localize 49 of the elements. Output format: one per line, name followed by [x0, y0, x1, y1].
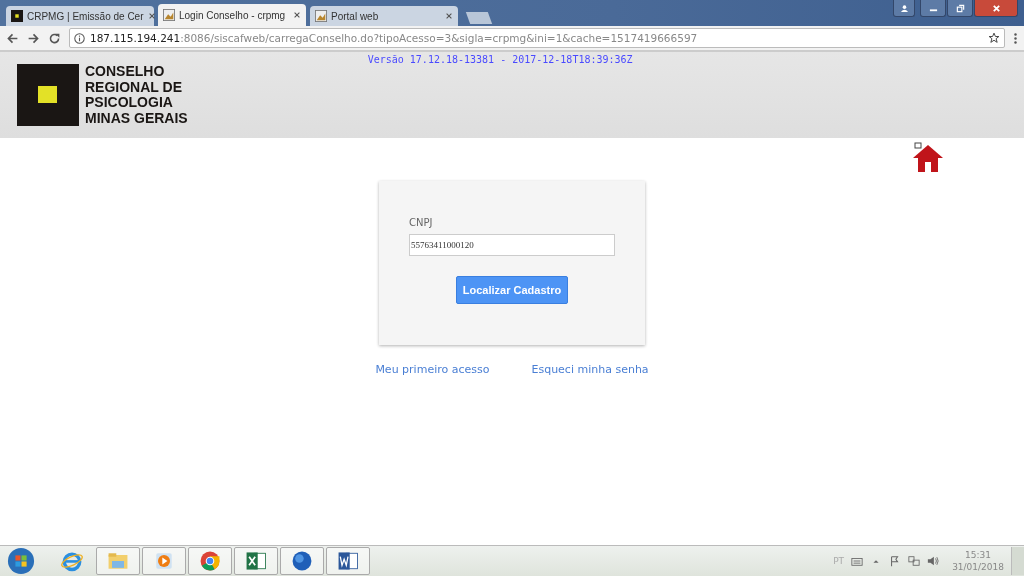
close-button[interactable]	[974, 0, 1018, 17]
cnpj-input-field[interactable]: 55763411000120	[409, 234, 615, 256]
field-label: CNPJ	[409, 217, 434, 228]
info-icon[interactable]	[74, 32, 85, 44]
link[interactable]: Meu primeiro acesso	[375, 363, 490, 376]
close-icon[interactable]	[147, 12, 156, 20]
logo-icon	[17, 64, 79, 126]
logo-text: PSICOLOGIA	[85, 95, 174, 111]
close-icon[interactable]	[293, 11, 301, 19]
play-icon[interactable]	[142, 547, 186, 575]
version-text: Versão 17.12.18-13381 - 2017-12-18T18:39:36Z	[367, 54, 633, 65]
address-bar[interactable]: 187.115.194.241:8086/siscafweb/carregaConselho.do?tipoAcesso=3&sigla=crpmg&ini=1&cache=1517419666597	[69, 28, 1005, 48]
network-icon[interactable]	[908, 555, 921, 567]
link[interactable]: Esqueci minha senha	[531, 363, 649, 376]
clock-time: 15:31	[965, 549, 992, 561]
profile-button[interactable]	[893, 0, 915, 17]
browser-tab[interactable]: Login Conselho - crpmg	[158, 4, 306, 26]
new-tab-button[interactable]	[465, 12, 493, 24]
close-icon	[991, 3, 1001, 13]
browser-tab[interactable]: CRPMG | Emissão de Cer	[6, 6, 154, 26]
globe-icon[interactable]	[280, 547, 324, 575]
bookmark-star-icon[interactable]	[988, 32, 1000, 44]
tab-title: Login Conselho - crpmg	[179, 9, 287, 21]
restore-icon	[955, 3, 965, 13]
speaker-icon[interactable]	[927, 555, 940, 567]
image-icon	[163, 9, 175, 21]
logo-text: REGIONAL DE	[85, 79, 183, 95]
back-icon[interactable]	[6, 31, 19, 45]
spreadsheet-icon[interactable]	[234, 547, 278, 575]
tab-title: Portal web	[331, 10, 380, 22]
minimize-button[interactable]	[920, 0, 946, 17]
restore-button[interactable]	[947, 0, 973, 17]
browser-tab[interactable]: Portal web	[310, 6, 458, 26]
tab-title: CRPMG | Emissão de Cer	[27, 10, 144, 22]
document-icon[interactable]	[326, 547, 370, 575]
flag-icon[interactable]	[889, 555, 902, 567]
url-text: 187.115.194.241:8086/siscafweb/carregaConselho.do?tipoAcesso=3&sigla=crpmg&ini=1&cache=1517419666597	[90, 32, 699, 44]
image-icon	[315, 10, 327, 22]
menu-icon[interactable]	[1013, 31, 1018, 45]
logo-text: MINAS GERAIS	[85, 110, 188, 126]
user-icon	[899, 3, 909, 13]
close-icon[interactable]	[445, 12, 453, 20]
clock-date: 31/01/2018	[952, 561, 1004, 573]
logo-text: CONSELHO	[85, 64, 166, 80]
chrome-icon[interactable]	[188, 547, 232, 575]
keyboard-icon[interactable]	[851, 555, 864, 567]
logo-icon	[11, 10, 23, 22]
reload-icon[interactable]	[48, 31, 61, 45]
forward-icon[interactable]	[27, 31, 40, 45]
